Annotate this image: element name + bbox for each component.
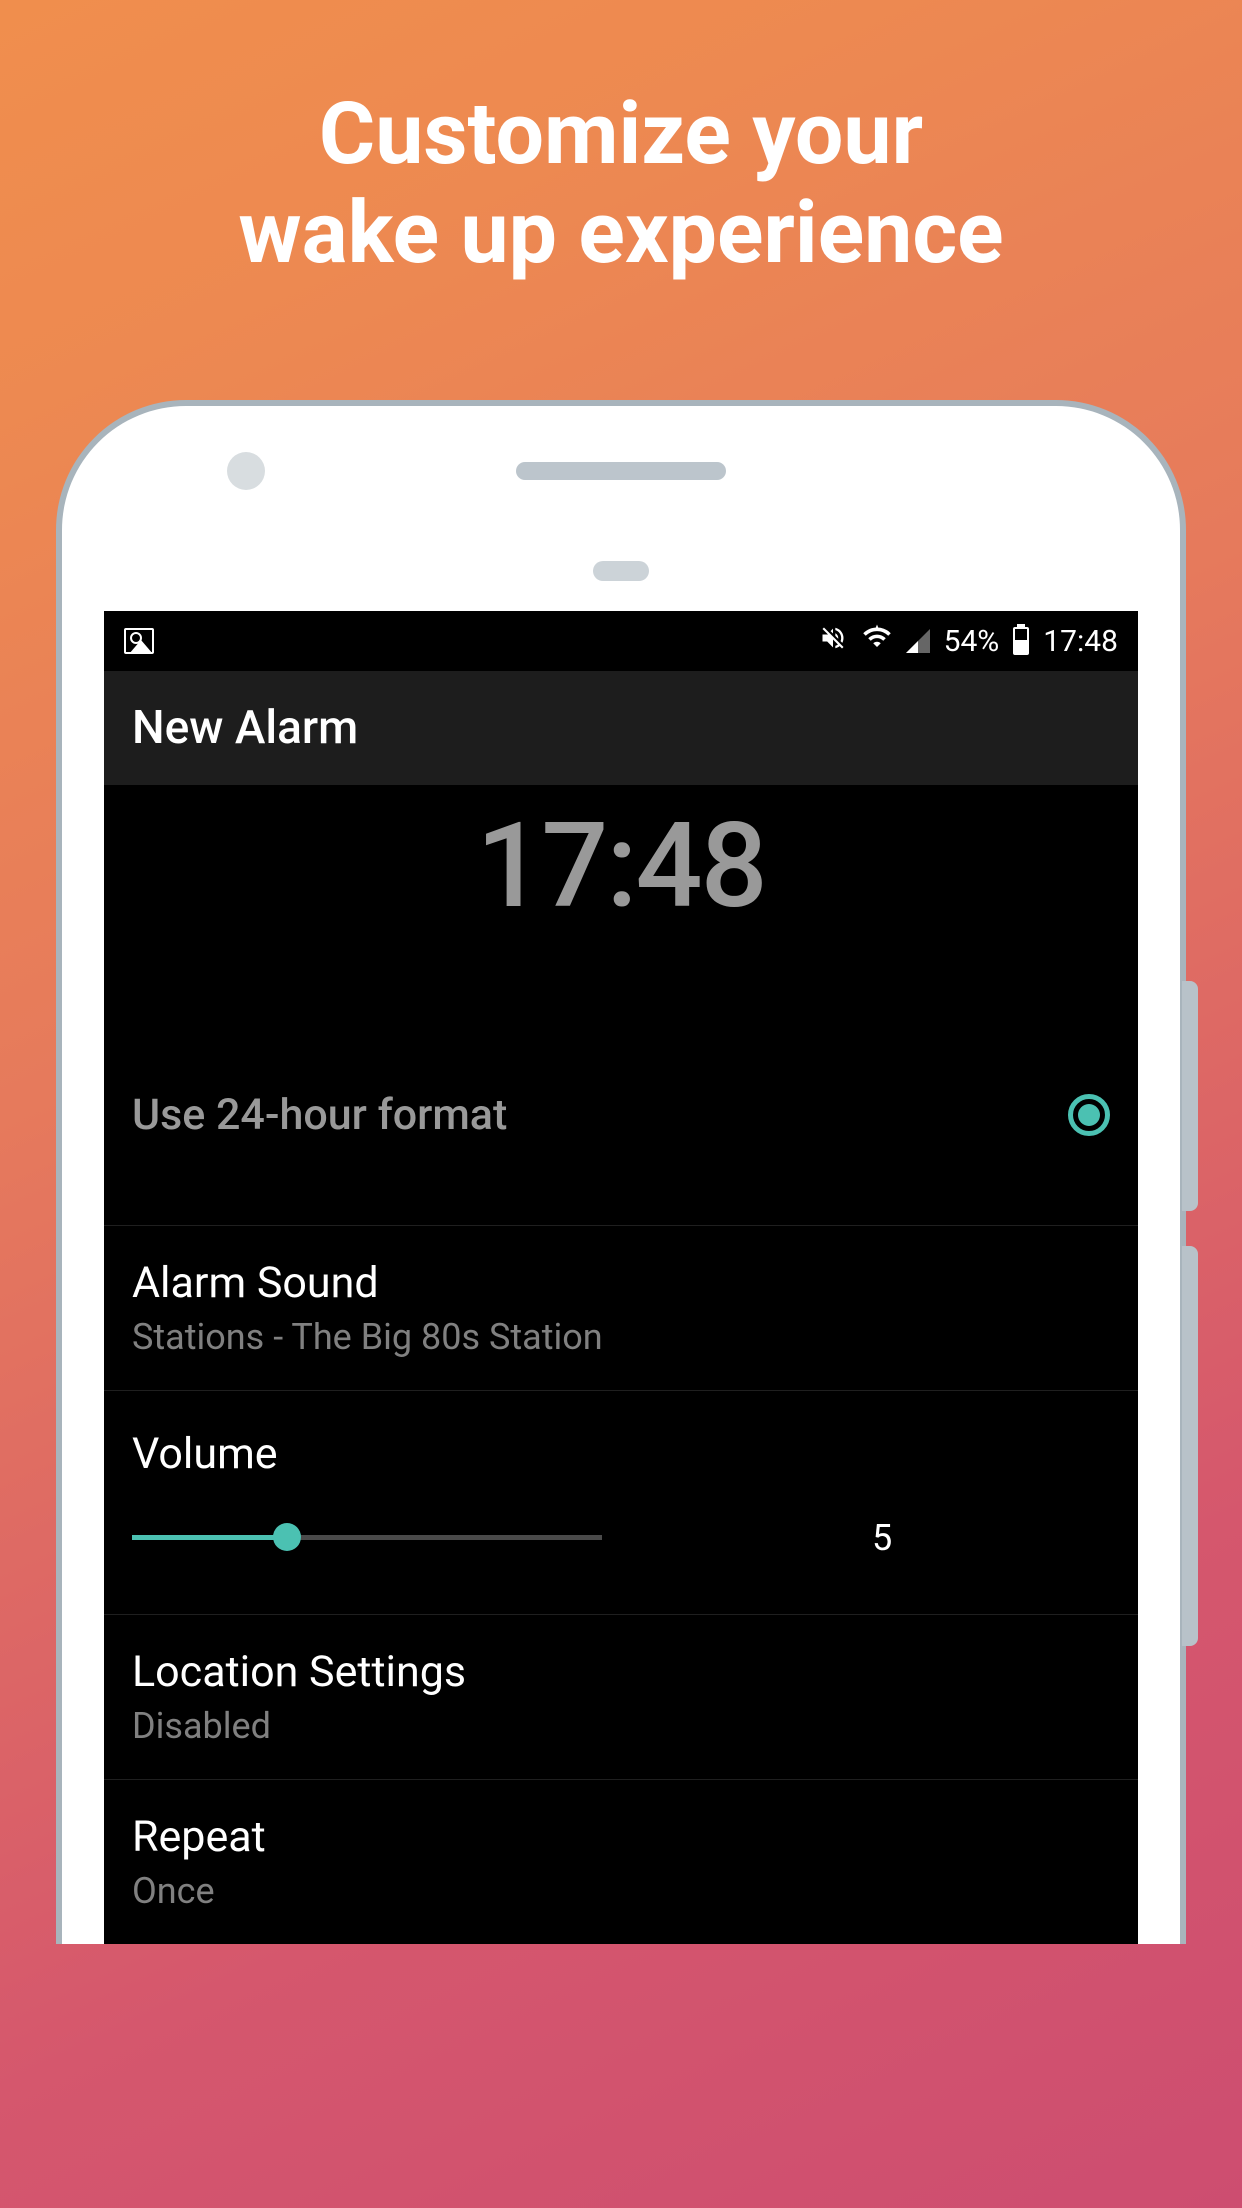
phone-side-button [1182, 981, 1198, 1211]
alarm-time-picker[interactable]: 17:48 [104, 785, 1138, 935]
phone-frame: 54% 17:48 New Alarm 17:48 Use 24-hour fo… [56, 400, 1186, 1944]
alarm-sound-value: Stations - The Big 80s Station [132, 1316, 603, 1358]
slider-fill [132, 1535, 287, 1540]
alarm-sound-title: Alarm Sound [132, 1258, 603, 1308]
phone-screen: 54% 17:48 New Alarm 17:48 Use 24-hour fo… [104, 611, 1138, 1944]
format-label: Use 24-hour format [132, 1090, 507, 1140]
speaker-slot [516, 462, 726, 480]
alarm-sound-row[interactable]: Alarm Sound Stations - The Big 80s Stati… [104, 1226, 1138, 1391]
status-time: 17:48 [1043, 624, 1118, 659]
page-title: New Alarm [132, 701, 1110, 755]
signal-icon [906, 629, 930, 653]
repeat-row[interactable]: Repeat Once [104, 1780, 1138, 1944]
picture-icon [124, 628, 154, 654]
volume-title: Volume [132, 1429, 1110, 1479]
alarm-time-value: 17:48 [104, 797, 1138, 935]
home-indicator [593, 561, 649, 581]
phone-hardware-top [62, 441, 1180, 611]
app-header: New Alarm [104, 671, 1138, 785]
phone-side-button [1182, 1246, 1198, 1646]
promo-line-2: wake up experience [238, 182, 1003, 283]
promo-line-1: Customize your [319, 83, 923, 184]
battery-percentage: 54% [944, 624, 1000, 659]
battery-icon [1013, 627, 1029, 655]
location-settings-row[interactable]: Location Settings Disabled [104, 1615, 1138, 1780]
slider-thumb[interactable] [273, 1523, 301, 1551]
repeat-title: Repeat [132, 1812, 266, 1862]
volume-row: Volume 5 [104, 1391, 1138, 1615]
repeat-value: Once [132, 1870, 266, 1912]
radio-on-icon[interactable] [1068, 1094, 1110, 1136]
volume-slider[interactable] [132, 1535, 602, 1541]
status-bar: 54% 17:48 [104, 611, 1138, 671]
promo-title: Customize your wake up experience [0, 0, 1242, 283]
camera-dot [227, 452, 265, 490]
wifi-icon [862, 622, 892, 660]
volume-value: 5 [872, 1517, 892, 1559]
location-title: Location Settings [132, 1647, 466, 1697]
vibrate-mute-icon [818, 624, 848, 659]
location-value: Disabled [132, 1705, 466, 1747]
format-toggle-row[interactable]: Use 24-hour format [104, 935, 1138, 1226]
